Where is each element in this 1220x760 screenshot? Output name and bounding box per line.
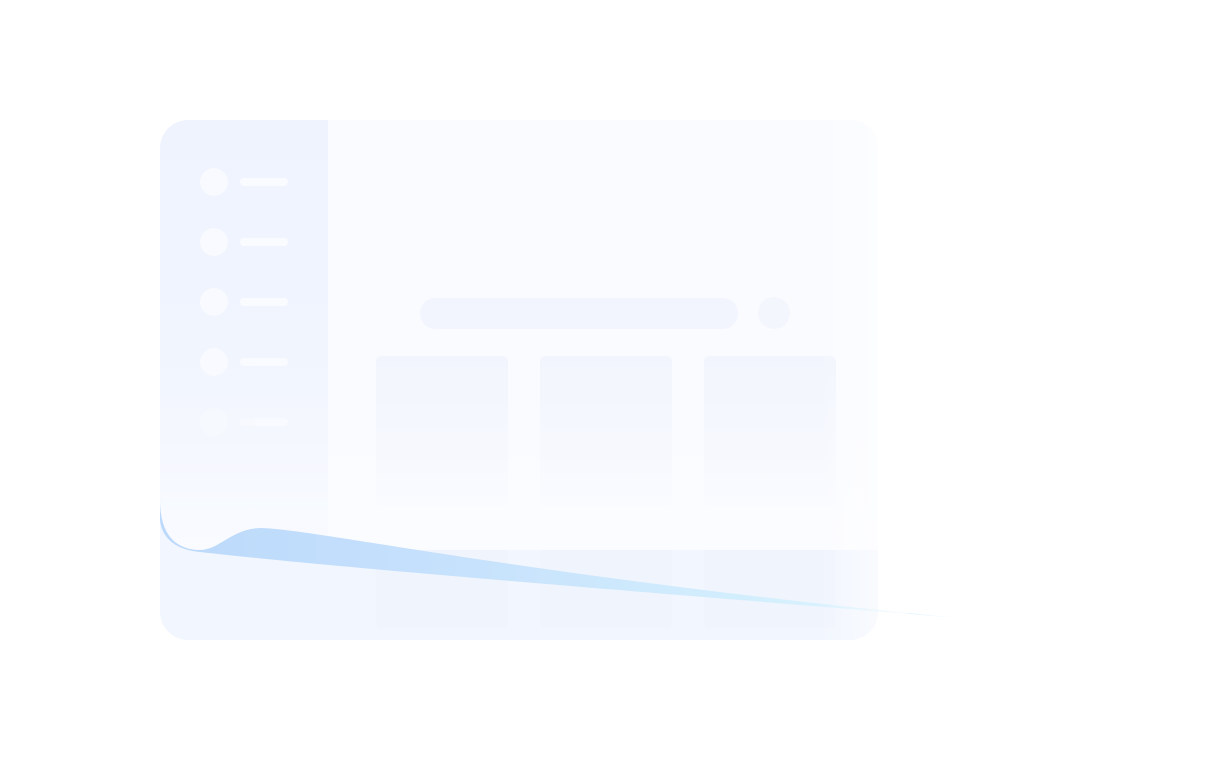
empty-state-illustration [0,0,1220,760]
page-curl-swoosh [160,500,958,618]
